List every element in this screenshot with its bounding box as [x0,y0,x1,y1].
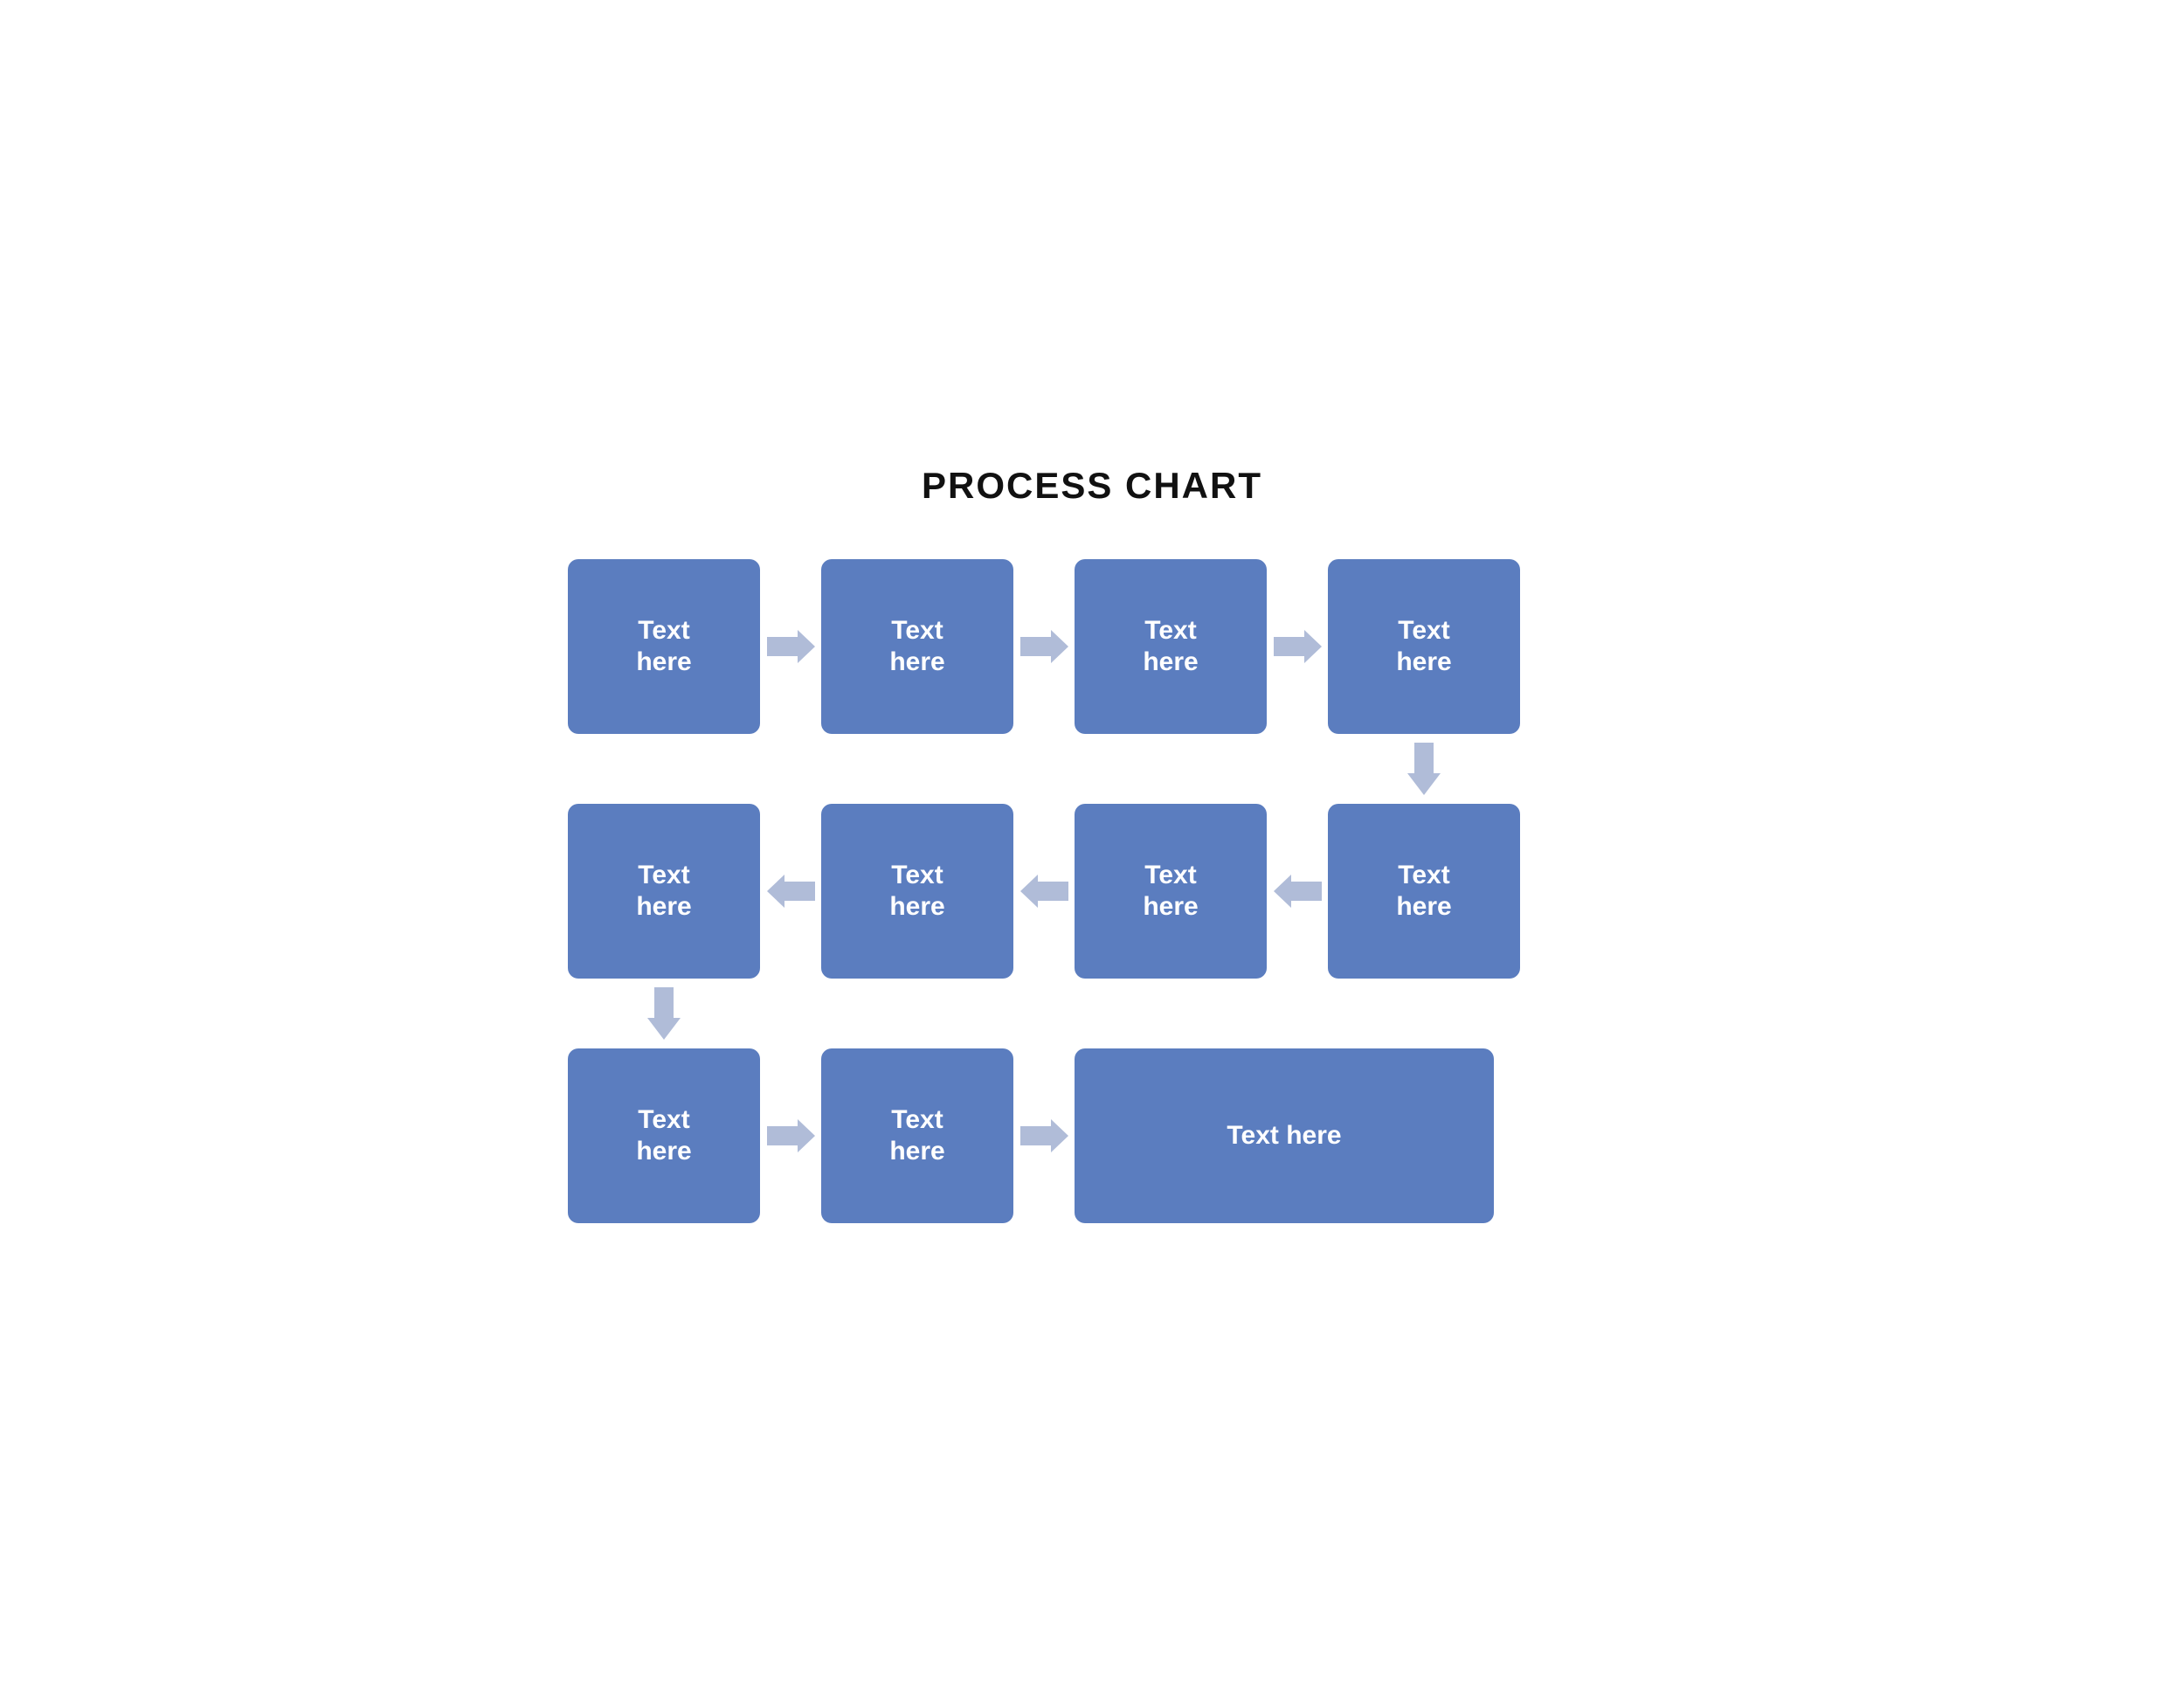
arrow-left-2 [1013,875,1075,908]
arrow-right-3 [1267,630,1328,663]
arrow-right-icon-1 [767,630,815,663]
box5-label: Text here [636,860,691,923]
arrow-down-1 [1328,734,1520,804]
process-box-4[interactable]: Text here [1328,559,1520,734]
arrow-right-icon-2 [1020,630,1068,663]
arrow-right-icon-5 [1020,1119,1068,1152]
connector-row-1 [568,734,1520,804]
arrow-left-3 [1267,875,1328,908]
process-box-9[interactable]: Text here [568,1048,760,1223]
arrow-left-icon-3 [1274,875,1322,908]
arrow-left-icon-1 [767,875,815,908]
process-box-3[interactable]: Text here [1075,559,1267,734]
box4-label: Text here [1396,615,1451,678]
box1-label: Text here [636,615,691,678]
arrow-left-icon-2 [1020,875,1068,908]
process-box-1[interactable]: Text here [568,559,760,734]
process-row-3: Text here Text here Text here [568,1048,1616,1223]
process-box-5[interactable]: Text here [568,804,760,979]
arrow-down-icon-1 [1407,743,1441,795]
box10-label: Text here [889,1104,944,1167]
connector-row-2 [568,979,1520,1048]
arrow-right-2 [1013,630,1075,663]
spacer-1 [568,734,1328,804]
box6-label: Text here [889,860,944,923]
process-box-11[interactable]: Text here [1075,1048,1494,1223]
arrow-right-icon-4 [767,1119,815,1152]
box11-label: Text here [1227,1120,1341,1152]
box9-label: Text here [636,1104,691,1167]
process-row-1: Text here Text here Text here [568,559,1520,734]
arrow-right-icon-3 [1274,630,1322,663]
page-container: PROCESS CHART Text here Text here [568,465,1616,1223]
process-box-6[interactable]: Text here [821,804,1013,979]
arrow-right-5 [1013,1119,1075,1152]
process-box-8[interactable]: Text here [1328,804,1520,979]
box8-label: Text here [1396,860,1451,923]
arrow-left-1 [760,875,821,908]
process-box-2[interactable]: Text here [821,559,1013,734]
process-box-7[interactable]: Text here [1075,804,1267,979]
arrow-right-4 [760,1119,821,1152]
box3-label: Text here [1143,615,1198,678]
process-box-10[interactable]: Text here [821,1048,1013,1223]
process-row-2: Text here Text here Text here [568,804,1520,979]
arrow-right-1 [760,630,821,663]
chart-title: PROCESS CHART [568,465,1616,507]
arrow-down-2 [568,979,760,1048]
spacer-2 [760,979,1520,1048]
chart-body: Text here Text here Text here [568,559,1616,1223]
arrow-down-icon-2 [647,987,681,1040]
box7-label: Text here [1143,860,1198,923]
box2-label: Text here [889,615,944,678]
